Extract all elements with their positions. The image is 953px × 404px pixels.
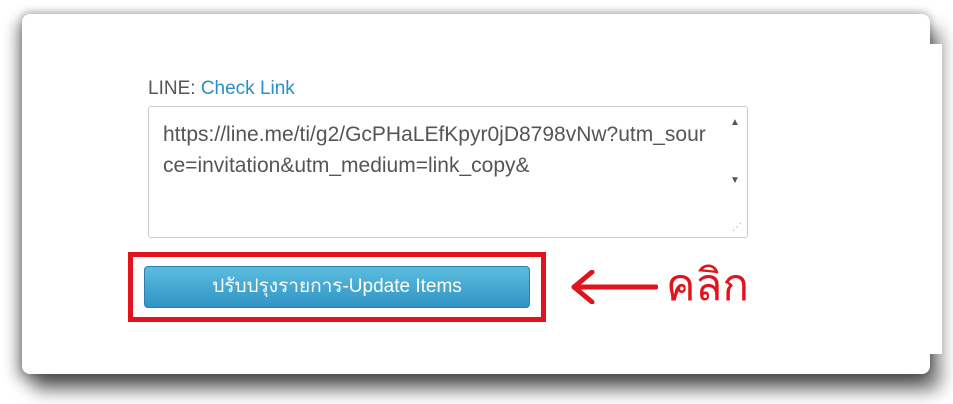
scroll-down-arrow-icon[interactable]: ▼ [727,173,743,189]
left-arrow-icon [571,270,658,304]
line-url-value: https://line.me/ti/g2/GcPHaLEfKpyr0jD879… [163,123,706,177]
update-items-button[interactable]: ปรับปรุงรายการ-Update Items [144,266,530,308]
line-url-textarea[interactable]: https://line.me/ti/g2/GcPHaLEfKpyr0jD879… [148,106,748,238]
resize-grip-icon[interactable]: ⋰ [732,222,742,233]
screenshot-frame: LINE: Check Link https://line.me/ti/g2/G… [22,14,942,374]
line-label-prefix: LINE: [148,78,196,99]
line-field-label: LINE: Check Link [148,78,295,100]
check-link[interactable]: Check Link [201,78,295,99]
scroll-up-arrow-icon[interactable]: ▲ [727,115,743,131]
screenshot-stage: LINE: Check Link https://line.me/ti/g2/G… [0,0,953,404]
form-panel: LINE: Check Link https://line.me/ti/g2/G… [82,44,942,354]
textarea-scrollbar[interactable]: ▲ ▼ [723,107,747,237]
click-annotation: คลิก [666,260,750,311]
